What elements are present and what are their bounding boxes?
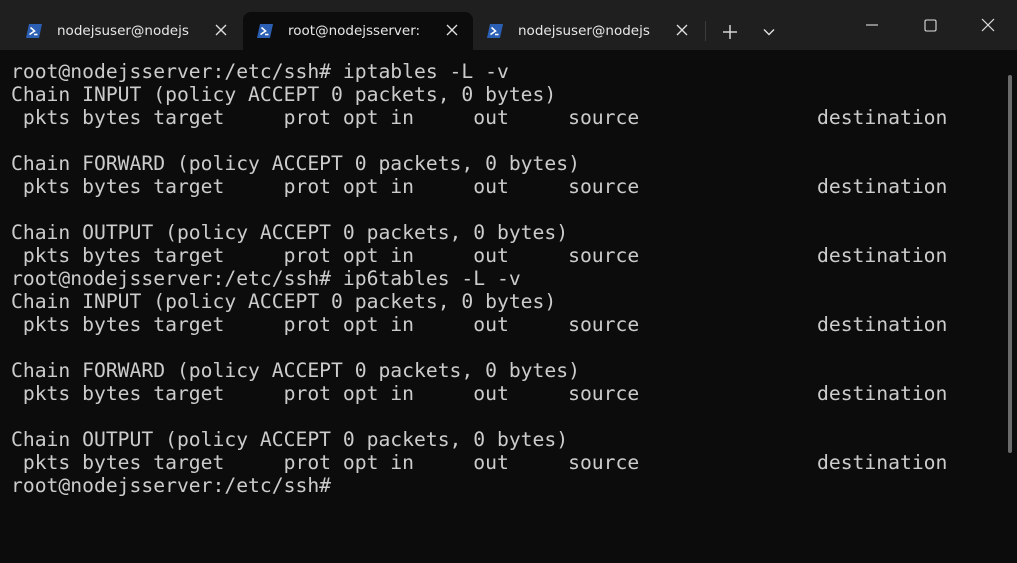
maximize-button[interactable]	[901, 0, 959, 50]
maximize-icon	[923, 18, 937, 32]
terminal-line: pkts bytes target prot opt in out source…	[11, 313, 948, 336]
terminal-window: nodejsuser@nodejs root@nodejsserver: nod…	[0, 0, 1017, 563]
terminal-line: pkts bytes target prot opt in out source…	[11, 382, 948, 405]
terminal-line: pkts bytes target prot opt in out source…	[11, 244, 948, 267]
close-tab-icon[interactable]	[675, 23, 689, 37]
terminal-output[interactable]: root@nodejsserver:/etc/ssh# iptables -L …	[0, 50, 1004, 563]
chevron-down-icon	[763, 29, 775, 36]
tab-nodejsuser-1[interactable]: nodejsuser@nodejs	[12, 12, 242, 50]
powershell-icon	[257, 24, 273, 38]
close-tab-icon[interactable]	[214, 23, 228, 37]
tab-root-active[interactable]: root@nodejsserver:	[243, 12, 473, 50]
terminal-line: Chain FORWARD (policy ACCEPT 0 packets, …	[11, 152, 580, 175]
title-bar[interactable]: nodejsuser@nodejs root@nodejsserver: nod…	[0, 0, 1017, 50]
tab-title: nodejsuser@nodejs	[518, 23, 650, 39]
terminal-line: Chain OUTPUT (policy ACCEPT 0 packets, 0…	[11, 428, 569, 451]
terminal-line: Chain INPUT (policy ACCEPT 0 packets, 0 …	[11, 83, 557, 106]
terminal-line: pkts bytes target prot opt in out source…	[11, 451, 948, 474]
powershell-icon	[487, 24, 503, 38]
close-icon	[981, 18, 995, 32]
minimize-button[interactable]	[843, 0, 901, 50]
new-tab-button[interactable]	[716, 19, 744, 45]
terminal-line: Chain OUTPUT (policy ACCEPT 0 packets, 0…	[11, 221, 569, 244]
close-window-button[interactable]	[959, 0, 1017, 50]
tab-dropdown-button[interactable]	[755, 19, 783, 45]
tab-title: root@nodejsserver:	[288, 23, 421, 39]
terminal-line: Chain INPUT (policy ACCEPT 0 packets, 0 …	[11, 290, 557, 313]
tab-title: nodejsuser@nodejs	[57, 23, 189, 39]
minimize-icon	[866, 24, 878, 26]
plus-icon	[723, 25, 737, 39]
terminal-line: root@nodejsserver:/etc/ssh# ip6tables -L…	[11, 267, 521, 290]
terminal-line: pkts bytes target prot opt in out source…	[11, 175, 948, 198]
scrollbar-thumb[interactable]	[1008, 75, 1012, 453]
tab-divider	[705, 21, 706, 41]
tab-nodejsuser-2[interactable]: nodejsuser@nodejs	[473, 12, 703, 50]
close-tab-icon[interactable]	[445, 23, 459, 37]
terminal-line: root@nodejsserver:/etc/ssh# iptables -L …	[11, 60, 509, 83]
terminal-line: Chain FORWARD (policy ACCEPT 0 packets, …	[11, 359, 580, 382]
terminal-prompt: root@nodejsserver:/etc/ssh#	[11, 474, 332, 497]
powershell-icon	[26, 24, 42, 38]
terminal-line: pkts bytes target prot opt in out source…	[11, 106, 948, 129]
